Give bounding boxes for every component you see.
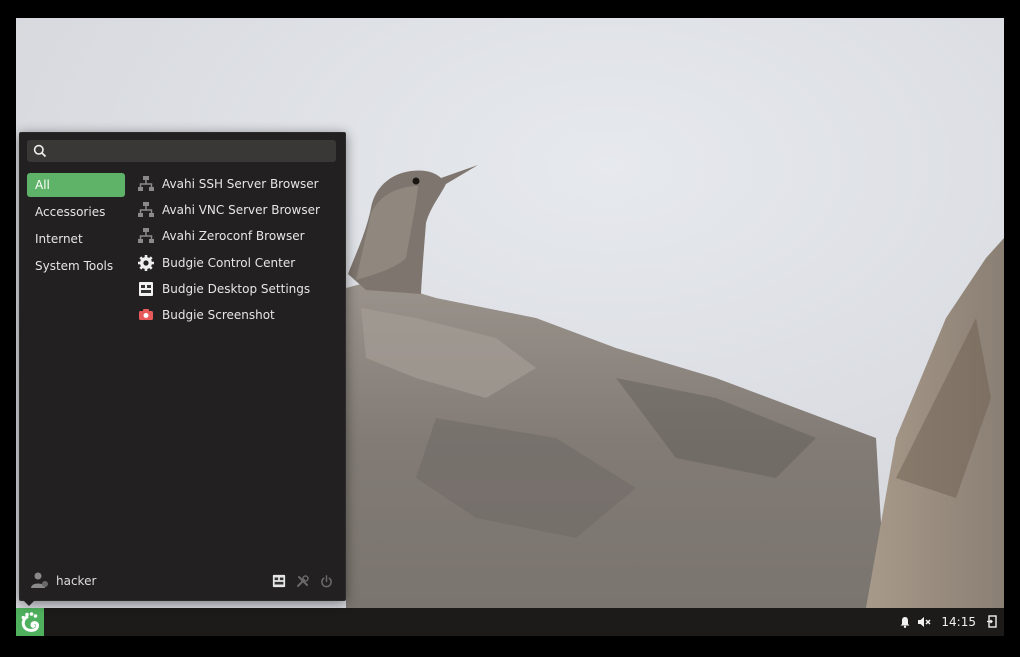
app-budgie-screenshot[interactable]: Budgie Screenshot bbox=[136, 302, 336, 328]
app-label: Avahi SSH Server Browser bbox=[162, 177, 319, 192]
budgie-logo-icon bbox=[21, 612, 39, 632]
camera-icon bbox=[136, 305, 156, 325]
category-accessories[interactable]: Accessories bbox=[27, 200, 125, 224]
search-icon bbox=[33, 144, 47, 158]
menu-pointer bbox=[22, 599, 36, 606]
category-system-tools[interactable]: System Tools bbox=[27, 254, 125, 278]
user-avatar-icon bbox=[30, 571, 50, 592]
power-icon[interactable] bbox=[320, 574, 333, 588]
app-avahi-vnc[interactable]: Avahi VNC Server Browser bbox=[136, 197, 336, 223]
app-label: Avahi VNC Server Browser bbox=[162, 203, 320, 218]
system-tray: 14:15 bbox=[899, 608, 998, 636]
user-name: hacker bbox=[56, 574, 97, 588]
app-label: Budgie Screenshot bbox=[162, 308, 275, 323]
desktop-settings-icon bbox=[136, 279, 156, 299]
network-icon bbox=[136, 200, 156, 220]
volume-muted-icon[interactable] bbox=[917, 613, 931, 632]
network-icon bbox=[136, 174, 156, 194]
logout-icon[interactable] bbox=[986, 613, 998, 632]
category-all[interactable]: All bbox=[27, 173, 125, 197]
category-list: All Accessories Internet System Tools bbox=[27, 173, 125, 281]
search-box[interactable] bbox=[27, 140, 336, 164]
user-button[interactable]: hacker bbox=[30, 568, 96, 594]
app-avahi-ssh[interactable]: Avahi SSH Server Browser bbox=[136, 171, 336, 197]
search-input[interactable] bbox=[51, 140, 335, 164]
app-avahi-zeroconf[interactable]: Avahi Zeroconf Browser bbox=[136, 223, 336, 249]
app-label: Avahi Zeroconf Browser bbox=[162, 229, 305, 244]
app-label: Budgie Control Center bbox=[162, 255, 296, 270]
desktop-settings-icon[interactable] bbox=[272, 574, 286, 588]
app-budgie-control-center[interactable]: Budgie Control Center bbox=[136, 250, 336, 276]
menu-footer: hacker bbox=[20, 568, 345, 594]
clock[interactable]: 14:15 bbox=[941, 615, 976, 629]
app-list: Avahi SSH Server Browser Avahi VNC Serve… bbox=[136, 171, 336, 328]
app-label: Budgie Desktop Settings bbox=[162, 281, 311, 296]
app-menu-popover: All Accessories Internet System Tools Av… bbox=[19, 132, 346, 601]
network-icon bbox=[136, 226, 156, 246]
footer-actions bbox=[272, 568, 333, 594]
category-internet[interactable]: Internet bbox=[27, 227, 125, 251]
gear-icon bbox=[136, 253, 156, 273]
tools-icon[interactable] bbox=[296, 574, 310, 588]
app-menu-button[interactable] bbox=[16, 608, 44, 636]
app-budgie-desktop-settings[interactable]: Budgie Desktop Settings bbox=[136, 276, 336, 302]
notification-bell-icon[interactable] bbox=[899, 613, 911, 632]
bottom-panel: 14:15 bbox=[16, 608, 1004, 636]
